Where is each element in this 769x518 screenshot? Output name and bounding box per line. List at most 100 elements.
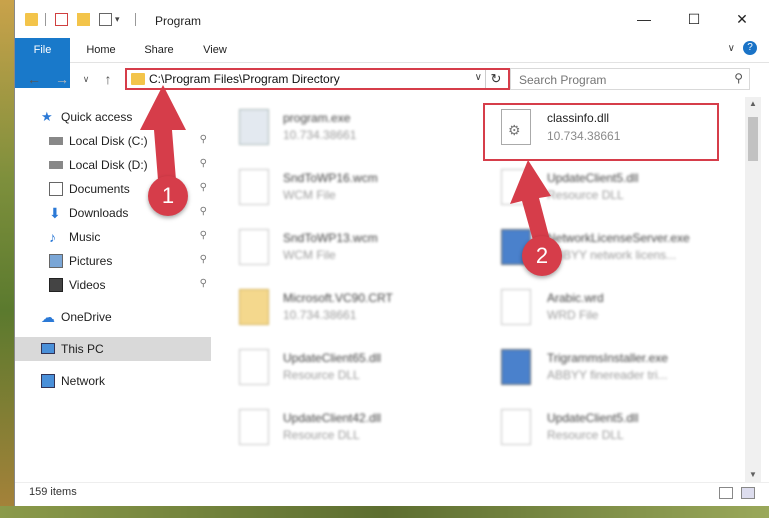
- downloads-icon: ⬇: [49, 205, 61, 221]
- file-name: program.exe: [283, 111, 351, 125]
- file-item[interactable]: TrigrammsInstaller.exe ABBYY finereader …: [459, 341, 689, 391]
- nav-item-label: OneDrive: [61, 310, 112, 324]
- ribbon-collapse-icon[interactable]: ∨: [728, 43, 735, 54]
- customize-icon[interactable]: [99, 13, 112, 26]
- step-marker-1: 1: [148, 176, 188, 216]
- star-icon: ★: [41, 109, 53, 124]
- tab-view[interactable]: View: [191, 38, 239, 62]
- exe-icon: [239, 109, 269, 145]
- pin-icon[interactable]: ⚲: [200, 278, 207, 289]
- back-button[interactable]: ←: [25, 69, 43, 89]
- new-folder-icon[interactable]: [77, 13, 90, 26]
- nav-item-pictures[interactable]: Pictures ⚲: [15, 249, 211, 273]
- app-icon: [501, 349, 531, 385]
- pin-icon[interactable]: ⚲: [200, 158, 207, 169]
- file-name: NetworkLicenseServer.exe: [547, 231, 690, 245]
- scrollbar-thumb[interactable]: [748, 117, 758, 161]
- properties-icon[interactable]: [55, 13, 68, 26]
- qat-dropdown-icon[interactable]: ▾: [115, 13, 128, 26]
- onedrive-icon: ☁: [41, 309, 55, 325]
- file-item[interactable]: NetworkLicenseServer.exe ABBYY network l…: [459, 221, 690, 271]
- desktop-background: [0, 0, 14, 518]
- nav-item-label: Quick access: [61, 110, 133, 124]
- search-icon: ⚲: [734, 71, 743, 85]
- step-marker-2: 2: [522, 236, 562, 276]
- file-item[interactable]: UpdateClient5.dll Resource DLL: [459, 161, 689, 211]
- large-icons-view-icon[interactable]: [741, 487, 755, 499]
- separator: [135, 13, 136, 26]
- nav-item-label: Music: [69, 230, 101, 244]
- nav-item-label: Network: [61, 374, 106, 388]
- maximize-button[interactable]: ☐: [679, 8, 709, 30]
- nav-item-onedrive[interactable]: ☁ OneDrive: [15, 305, 211, 329]
- pin-icon[interactable]: ⚲: [200, 182, 207, 193]
- file-name: Arabic.wrd: [547, 291, 604, 305]
- pin-icon[interactable]: ⚲: [200, 230, 207, 241]
- file-list: program.exe 10.734.38661 ⚙ classinfo.dll…: [211, 97, 755, 462]
- tab-share[interactable]: Share: [135, 38, 183, 62]
- dll-icon: [239, 349, 269, 385]
- pin-icon[interactable]: ⚲: [200, 206, 207, 217]
- nav-item-local-disk-c[interactable]: Local Disk (C:) ⚲: [15, 129, 211, 153]
- file-item[interactable]: UpdateClient5.dll Resource DLL: [459, 401, 689, 451]
- search-box[interactable]: ⚲: [510, 68, 750, 90]
- file-icon: [239, 169, 269, 205]
- network-icon: [41, 374, 55, 388]
- highlight-box-classinfo: [483, 103, 719, 161]
- file-item[interactable]: SndToWP13.wcm WCM File: [211, 221, 441, 271]
- file-detail: 10.734.38661: [283, 128, 357, 142]
- pin-icon[interactable]: ⚲: [200, 254, 207, 265]
- nav-item-music[interactable]: ♪ Music ⚲: [15, 225, 211, 249]
- nav-item-label: Downloads: [69, 206, 129, 220]
- file-detail: Resource DLL: [547, 188, 624, 202]
- close-button[interactable]: ✕: [727, 8, 757, 30]
- file-item[interactable]: UpdateClient42.dll Resource DLL: [211, 401, 441, 451]
- up-button[interactable]: ↑: [99, 69, 117, 89]
- dll-icon: [501, 169, 531, 205]
- nav-item-quick-access[interactable]: ★ Quick access: [15, 105, 211, 129]
- file-icon: [239, 229, 269, 265]
- file-detail: Resource DLL: [283, 368, 360, 382]
- forward-button[interactable]: →: [53, 69, 71, 89]
- refresh-button[interactable]: ↻: [485, 70, 506, 88]
- address-dropdown-icon[interactable]: ∨: [475, 72, 482, 83]
- pin-icon[interactable]: ⚲: [200, 134, 207, 145]
- address-bar[interactable]: C:\Program Files\Program Directory ∨ ↻: [125, 68, 510, 90]
- address-row: ← → ∨ ↑ C:\Program Files\Program Directo…: [15, 63, 769, 97]
- file-item[interactable]: UpdateClient65.dll Resource DLL: [211, 341, 441, 391]
- nav-item-videos[interactable]: Videos ⚲: [15, 273, 211, 297]
- vertical-scrollbar[interactable]: ▲ ▼: [745, 97, 761, 482]
- scroll-up-icon[interactable]: ▲: [745, 97, 761, 111]
- dll-icon: [501, 409, 531, 445]
- pictures-icon: [49, 254, 63, 268]
- scroll-down-icon[interactable]: ▼: [745, 468, 761, 482]
- file-item[interactable]: Microsoft.VC90.CRT 10.734.38661: [211, 281, 441, 331]
- file-detail: Resource DLL: [547, 428, 624, 442]
- search-input[interactable]: [517, 70, 721, 90]
- file-detail: 10.734.38661: [283, 308, 357, 322]
- item-count: 159 items: [29, 486, 77, 498]
- folder-icon: [25, 13, 38, 26]
- nav-item-network[interactable]: Network: [15, 369, 211, 393]
- file-name: SndToWP13.wcm: [283, 231, 378, 245]
- address-path[interactable]: C:\Program Files\Program Directory: [149, 72, 340, 86]
- folder-icon: [239, 289, 269, 325]
- nav-item-label: Local Disk (D:): [69, 158, 148, 172]
- tab-home[interactable]: Home: [77, 38, 125, 62]
- nav-item-this-pc[interactable]: This PC: [15, 337, 211, 361]
- file-name: UpdateClient65.dll: [283, 351, 382, 365]
- nav-item-label: Documents: [69, 182, 130, 196]
- file-item[interactable]: SndToWP16.wcm WCM File: [211, 161, 441, 211]
- file-name: UpdateClient42.dll: [283, 411, 382, 425]
- minimize-button[interactable]: —: [629, 8, 659, 30]
- folder-icon: [131, 73, 145, 85]
- help-icon[interactable]: ?: [743, 41, 757, 55]
- file-detail: Resource DLL: [283, 428, 360, 442]
- recent-locations-button[interactable]: ∨: [77, 69, 95, 89]
- nav-item-local-disk-d[interactable]: Local Disk (D:) ⚲: [15, 153, 211, 177]
- documents-icon: [49, 182, 63, 196]
- file-item[interactable]: program.exe 10.734.38661: [211, 101, 441, 151]
- file-item[interactable]: Arabic.wrd WRD File: [459, 281, 689, 331]
- details-view-icon[interactable]: [719, 487, 733, 499]
- explorer-window: ▾ Program — ☐ ✕ File Home Share View ∨ ?…: [14, 0, 769, 506]
